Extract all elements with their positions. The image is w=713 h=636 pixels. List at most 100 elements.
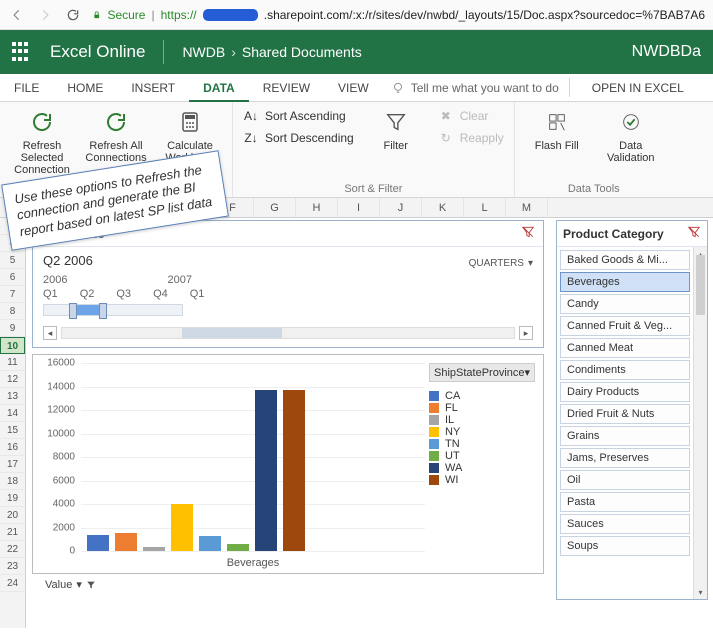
legend-item[interactable]: UT [429,450,535,462]
chart-bar[interactable] [283,390,305,551]
legend-item[interactable]: WA [429,462,535,474]
scroll-right-button[interactable]: ▸ [519,326,533,340]
slicer-item[interactable]: Baked Goods & Mi... [560,250,690,270]
tell-me[interactable]: Tell me what you want to do [391,74,559,101]
value-field-dropdown[interactable]: Value▾ [45,578,96,591]
legend-item[interactable]: NY [429,426,535,438]
scroll-thumb[interactable] [696,255,705,315]
column-header[interactable]: I [338,198,380,217]
tab-view[interactable]: VIEW [324,74,383,101]
clear-filter-button[interactable]: ✖ Clear [438,108,504,124]
chart-bar[interactable] [199,536,221,551]
data-validation-button[interactable]: Data Validation [599,108,663,164]
slicer-scrollbar[interactable]: ▴ ▾ [693,247,707,599]
tab-review[interactable]: REVIEW [249,74,324,101]
row-header[interactable]: 12 [0,371,25,388]
slicer-item[interactable]: Canned Meat [560,338,690,358]
row-header[interactable]: 18 [0,473,25,490]
slicer-item[interactable]: Jams, Preserves [560,448,690,468]
row-header[interactable]: 5 [0,252,25,269]
row-header[interactable]: 20 [0,507,25,524]
app-launcher-icon[interactable] [12,42,32,62]
chart-bar[interactable] [87,535,109,551]
clear-filter-icon[interactable] [687,225,701,242]
tab-data[interactable]: DATA [189,74,249,101]
row-header[interactable]: 16 [0,439,25,456]
row-header[interactable]: 23 [0,558,25,575]
column-header[interactable]: K [422,198,464,217]
timeline-handle-left[interactable] [69,303,77,319]
tab-file[interactable]: FILE [0,74,53,101]
legend-item[interactable]: WI [429,474,535,486]
slicer-item[interactable]: Dried Fruit & Nuts [560,404,690,424]
tab-home[interactable]: HOME [53,74,117,101]
sort-descending-button[interactable]: Z↓ Sort Descending [243,130,354,146]
row-header[interactable]: 13 [0,388,25,405]
open-in-excel[interactable]: OPEN IN EXCEL [580,74,696,101]
refresh-selected-button[interactable]: Refresh Selected Connection [10,108,74,176]
sort-ascending-button[interactable]: A↓ Sort Ascending [243,108,354,124]
chart-bar[interactable] [171,504,193,551]
column-header[interactable]: H [296,198,338,217]
row-header[interactable]: 11 [0,354,25,371]
pivot-chart[interactable]: 0200040006000800010000120001400016000 Be… [32,354,544,574]
sheet-canvas[interactable]: OrderDate Q2 2006 QUARTERS▾ 20062007 Q1Q… [26,218,713,628]
timeline-handle-right[interactable] [99,303,107,319]
row-header[interactable]: 15 [0,422,25,439]
forward-button[interactable] [36,6,54,24]
column-header[interactable]: L [464,198,506,217]
chart-bar[interactable] [227,544,249,551]
column-header[interactable]: M [506,198,548,217]
slicer-item[interactable]: Soups [560,536,690,556]
row-header[interactable]: 9 [0,320,25,337]
chart-bar[interactable] [255,390,277,551]
scroll-left-button[interactable]: ◂ [43,326,57,340]
slicer-item[interactable]: Grains [560,426,690,446]
row-header[interactable]: 21 [0,524,25,541]
slicer-item[interactable]: Condiments [560,360,690,380]
row-header[interactable]: 19 [0,490,25,507]
row-header[interactable]: 14 [0,405,25,422]
row-header[interactable]: 6 [0,269,25,286]
timeline-track[interactable] [43,304,183,316]
slicer-item[interactable]: Candy [560,294,690,314]
row-header[interactable]: 8 [0,303,25,320]
time-unit-dropdown[interactable]: QUARTERS▾ [469,258,533,269]
scroll-down-button[interactable]: ▾ [694,585,707,599]
slicer-item[interactable]: Canned Fruit & Veg... [560,316,690,336]
filter-button[interactable]: Filter [364,108,428,152]
legend-item[interactable]: FL [429,402,535,414]
timeline-scrollbar[interactable] [61,327,515,339]
timeline-slicer[interactable]: OrderDate Q2 2006 QUARTERS▾ 20062007 Q1Q… [32,220,544,348]
tab-insert[interactable]: INSERT [117,74,189,101]
scroll-thumb[interactable] [182,328,282,338]
slicer-item[interactable]: Oil [560,470,690,490]
reload-button[interactable] [64,6,82,24]
reapply-button[interactable]: ↻ Reapply [438,130,504,146]
crumb-library[interactable]: Shared Documents [242,44,362,60]
worksheet-grid[interactable]: 3456789101112131415161718192021222324 Or… [0,218,713,628]
chart-bar[interactable] [143,547,165,551]
legend-field-dropdown[interactable]: ShipStateProvince▾ [429,363,535,382]
breadcrumb[interactable]: NWDB›Shared Documents [182,44,361,60]
row-header[interactable]: 22 [0,541,25,558]
row-header[interactable]: 10 [0,337,25,354]
column-header[interactable]: G [254,198,296,217]
legend-item[interactable]: TN [429,438,535,450]
back-button[interactable] [8,6,26,24]
row-header[interactable]: 17 [0,456,25,473]
slicer-item[interactable]: Pasta [560,492,690,512]
chart-bar[interactable] [115,533,137,551]
row-header[interactable]: 24 [0,575,25,592]
category-slicer[interactable]: Product Category Baked Goods & Mi...Beve… [556,220,708,600]
legend-item[interactable]: IL [429,414,535,426]
row-header[interactable]: 7 [0,286,25,303]
column-header[interactable]: J [380,198,422,217]
address-bar[interactable]: Secure | https://.sharepoint.com/:x:/r/s… [92,8,705,22]
crumb-site[interactable]: NWDB [182,44,225,60]
slicer-item[interactable]: Sauces [560,514,690,534]
clear-filter-icon[interactable] [521,225,535,242]
slicer-item[interactable]: Dairy Products [560,382,690,402]
flash-fill-button[interactable]: Flash Fill [525,108,589,152]
legend-item[interactable]: CA [429,390,535,402]
